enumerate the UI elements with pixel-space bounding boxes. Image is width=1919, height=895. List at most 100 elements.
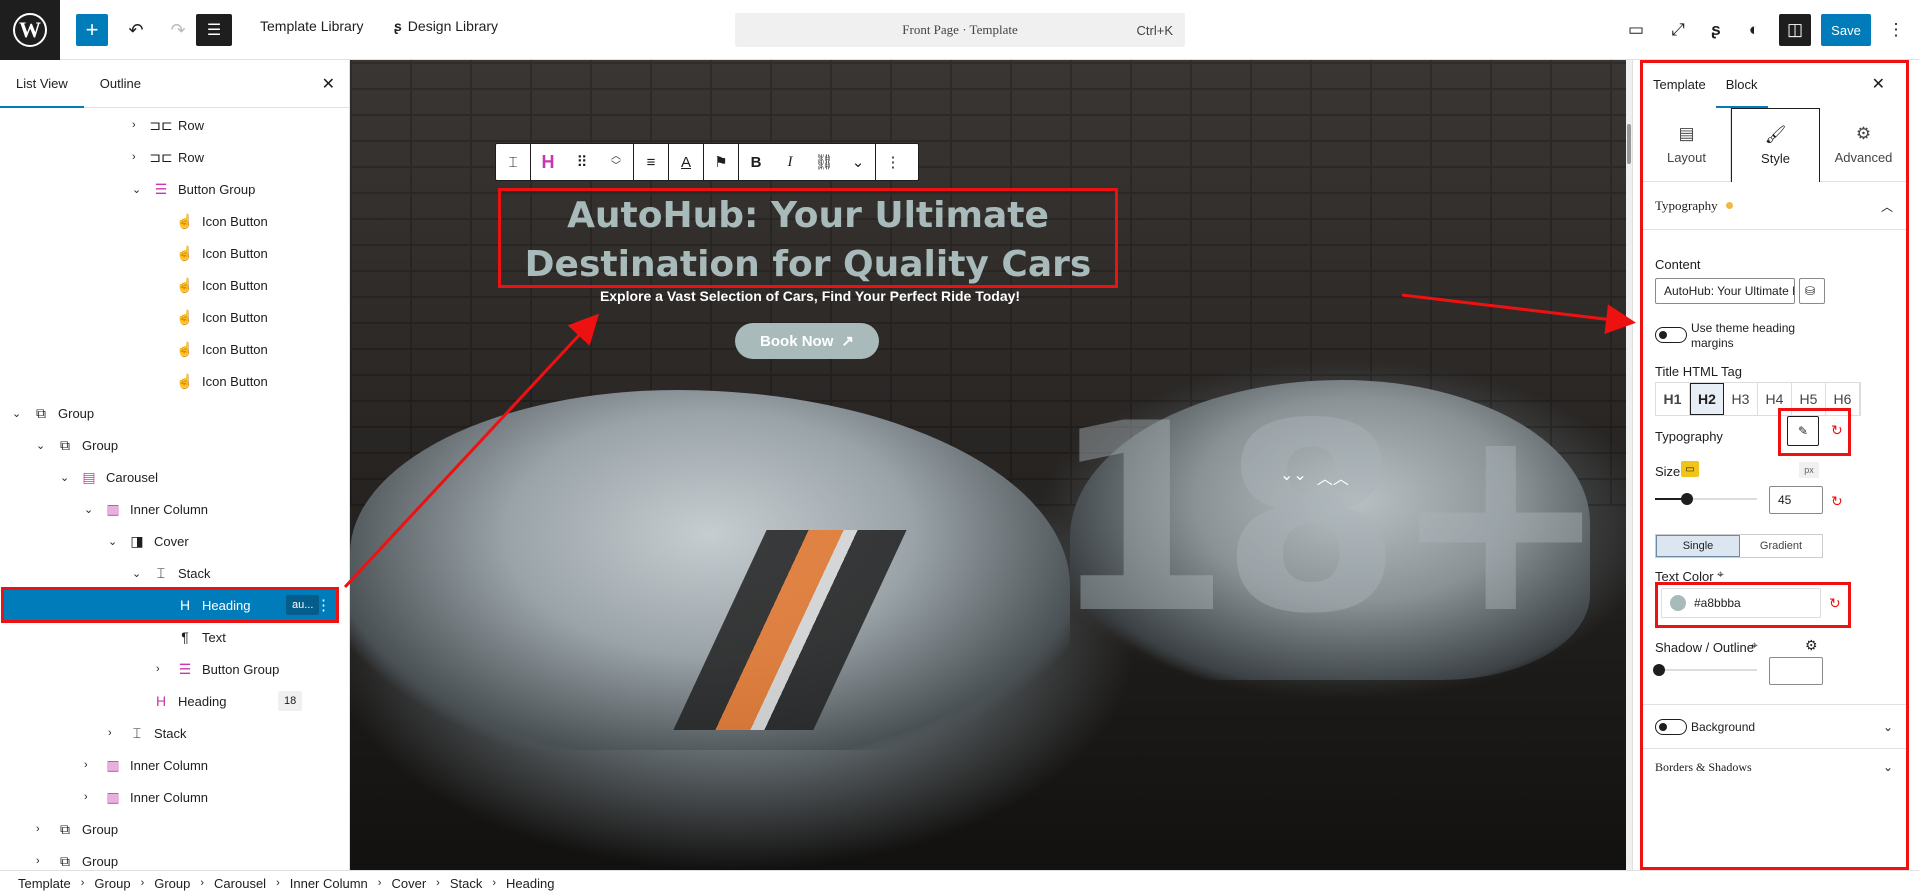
size-input[interactable]: 45 xyxy=(1769,486,1823,514)
list-item[interactable]: › ▥ Inner Column xyxy=(0,782,346,812)
list-item[interactable]: H Heading 18 xyxy=(0,686,346,716)
list-item[interactable]: › ▥ Inner Column xyxy=(0,750,346,780)
editor-canvas[interactable]: 18+ ⌶ H ⠿ ︿ ﹀ ≡ A ⚑ B I ⛓ ⌄ ⋮ AutoHub: Yo… xyxy=(350,60,1626,870)
breadcrumb-item[interactable]: Template xyxy=(12,876,77,891)
tab-style[interactable]: 🖌 Style xyxy=(1731,108,1820,182)
html-tag-h2[interactable]: H2 xyxy=(1690,383,1724,415)
parent-block-icon[interactable]: ⌶ xyxy=(496,144,530,180)
list-item[interactable]: › ⊐⊏ Row xyxy=(0,110,346,140)
list-item[interactable]: ⌄ ▤ Carousel xyxy=(0,462,346,492)
chevron-down-icon[interactable]: ⌄ xyxy=(108,535,117,548)
eyedropper-icon[interactable]: ⌖ xyxy=(1717,567,1724,582)
content-field[interactable]: AutoHub: Your Ultimate Destination for Q… xyxy=(1655,278,1795,304)
move-up-down-icon[interactable]: ︿ ﹀ xyxy=(599,144,633,180)
edit-typography-pencil-icon[interactable]: ✎ xyxy=(1787,416,1819,446)
list-item[interactable]: ⌄ ◨ Cover xyxy=(0,526,346,556)
chevron-down-icon[interactable]: ⌄ xyxy=(132,567,141,580)
desktop-preview-icon[interactable]: ▭ xyxy=(1620,14,1652,46)
typography-section-header[interactable]: Typography ︿ xyxy=(1643,182,1907,230)
single-color-option[interactable]: Single xyxy=(1656,535,1740,557)
block-options-icon[interactable]: ⋮ xyxy=(310,595,337,615)
template-library-link[interactable]: Template Library xyxy=(260,18,364,34)
italic-icon[interactable]: I xyxy=(773,144,807,180)
list-item[interactable]: ¶ Text xyxy=(0,622,346,652)
dynamic-content-database-icon[interactable]: ⛁ xyxy=(1799,278,1825,304)
list-item[interactable]: ☝ Icon Button xyxy=(0,270,346,300)
hero-subtitle[interactable]: Explore a Vast Selection of Cars, Find Y… xyxy=(500,288,1120,304)
drag-handle-icon[interactable]: ⠿ xyxy=(565,144,599,180)
list-item[interactable]: ⌄ ⌶ Stack xyxy=(0,558,346,588)
gear-icon[interactable]: ⚙ xyxy=(1805,637,1818,654)
tab-layout[interactable]: ▤ Layout xyxy=(1643,108,1731,182)
align-center-icon[interactable]: ≡ xyxy=(634,144,668,180)
html-tag-h3[interactable]: H3 xyxy=(1724,383,1758,415)
chevron-down-icon[interactable]: ⌄ xyxy=(1883,720,1893,734)
size-slider[interactable] xyxy=(1655,493,1757,505)
breadcrumb-item[interactable]: Inner Column xyxy=(284,876,374,891)
chevron-right-icon[interactable]: › xyxy=(36,823,40,835)
breadcrumb-item[interactable]: Group xyxy=(148,876,196,891)
breadcrumb-item[interactable]: Cover xyxy=(385,876,432,891)
more-formatting-chevron-down-icon[interactable]: ⌄ xyxy=(841,144,875,180)
list-item[interactable]: ☝ Icon Button xyxy=(0,302,346,332)
chevron-right-icon[interactable]: › xyxy=(36,855,40,867)
eyedropper-icon[interactable]: ⌖ xyxy=(1751,638,1758,653)
big-number-heading[interactable]: 18+ xyxy=(1050,390,1610,650)
external-view-icon[interactable]: ⤢ xyxy=(1662,14,1694,46)
chevron-right-icon[interactable]: › xyxy=(132,151,136,163)
tab-list-view[interactable]: List View xyxy=(0,60,84,108)
list-item[interactable]: ⌄ ⧉ Group xyxy=(0,398,346,428)
list-item[interactable]: ⌄ ☰ Button Group xyxy=(0,174,346,204)
design-library-link[interactable]: ʂ Design Library xyxy=(394,18,498,34)
chevron-right-icon[interactable]: › xyxy=(108,727,112,739)
chevron-down-icon[interactable]: ⌄ xyxy=(60,471,69,484)
list-item[interactable]: ☝ Icon Button xyxy=(0,238,346,268)
more-options-icon[interactable]: ⋮ xyxy=(1880,14,1912,46)
list-item[interactable]: ☝ Icon Button xyxy=(0,366,346,396)
reset-icon[interactable]: ↻ xyxy=(1829,595,1841,612)
shadow-slider[interactable] xyxy=(1653,664,1757,676)
list-item[interactable]: ⌄ ⧉ Group xyxy=(0,430,346,460)
redo-icon[interactable]: ↷ xyxy=(160,14,196,46)
chevron-down-icon[interactable]: ⌄ xyxy=(12,407,21,420)
block-options-icon[interactable]: ⋮ xyxy=(876,144,910,180)
breadcrumb-item[interactable]: Heading xyxy=(500,876,560,891)
chevron-down-icon[interactable]: ⌄ xyxy=(1883,760,1893,774)
background-toggle[interactable] xyxy=(1655,719,1687,735)
command-palette[interactable]: Front Page · Template Ctrl+K xyxy=(735,13,1185,47)
chevron-down-icon[interactable]: ⌄ xyxy=(84,503,93,516)
chevrons-up-icon[interactable]: ︿︿ xyxy=(1317,465,1349,489)
list-item[interactable]: ⌄ ▥ Inner Column xyxy=(0,494,346,524)
list-item[interactable]: › ☰ Button Group xyxy=(0,654,346,684)
chevron-down-icon[interactable]: ⌄ xyxy=(132,183,141,196)
undo-icon[interactable]: ↶ xyxy=(118,14,154,46)
list-item[interactable]: H Heading au... ⋮ xyxy=(1,587,339,623)
unit-selector[interactable]: px xyxy=(1799,462,1819,478)
bold-icon[interactable]: B xyxy=(739,144,773,180)
breadcrumb-item[interactable]: Group xyxy=(88,876,136,891)
theme-margins-toggle[interactable] xyxy=(1655,327,1687,343)
close-icon[interactable]: ✕ xyxy=(1872,74,1885,94)
reset-icon[interactable]: ↻ xyxy=(1831,422,1843,439)
hero-heading[interactable]: AutoHub: Your Ultimate Destination for Q… xyxy=(498,188,1118,288)
tab-advanced[interactable]: ⚙ Advanced xyxy=(1820,108,1907,182)
html-tag-h1[interactable]: H1 xyxy=(1656,383,1690,415)
add-block-button[interactable]: + xyxy=(76,14,108,46)
wordpress-logo-icon[interactable]: W xyxy=(0,0,60,60)
kadence-icon[interactable]: ʂ xyxy=(1700,14,1732,46)
responsive-desktop-icon[interactable]: ▭ xyxy=(1681,461,1699,477)
breadcrumb-item[interactable]: Carousel xyxy=(208,876,272,891)
styles-contrast-icon[interactable]: ◐ xyxy=(1738,14,1770,46)
chevron-right-icon[interactable]: › xyxy=(132,119,136,131)
settings-sidebar-icon[interactable]: ◫ xyxy=(1779,14,1811,46)
list-item[interactable]: ☝ Icon Button xyxy=(0,334,346,364)
list-item[interactable]: ☝ Icon Button xyxy=(0,206,346,236)
chevron-right-icon[interactable]: › xyxy=(156,663,160,675)
save-button[interactable]: Save xyxy=(1821,14,1871,46)
book-now-button[interactable]: Book Now ↗ xyxy=(735,323,879,359)
tab-outline[interactable]: Outline xyxy=(84,60,157,108)
list-item[interactable]: › ⧉ Group xyxy=(0,814,346,844)
shadow-input[interactable] xyxy=(1769,657,1823,685)
reset-icon[interactable]: ↻ xyxy=(1831,493,1843,510)
tab-block[interactable]: Block xyxy=(1716,60,1768,108)
